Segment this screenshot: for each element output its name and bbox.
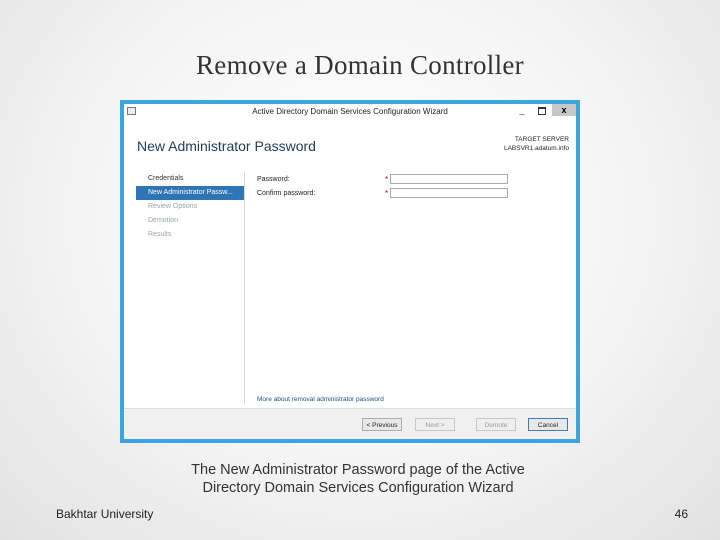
demote-button[interactable]: Demote bbox=[476, 418, 516, 431]
password-form: Password: * Confirm password: * bbox=[257, 174, 575, 202]
confirm-password-required-marker: * bbox=[385, 189, 389, 198]
confirm-password-label: Confirm password: bbox=[257, 190, 316, 197]
password-field[interactable] bbox=[390, 174, 508, 184]
wizard-window: Active Directory Domain Services Configu… bbox=[120, 100, 580, 443]
target-server-label: TARGET SERVER bbox=[514, 136, 569, 143]
wizard-nav: Credentials New Administrator Passw... R… bbox=[136, 172, 245, 404]
nav-item-demotion: Demotion bbox=[148, 217, 178, 224]
nav-item-results: Results bbox=[148, 231, 172, 238]
confirm-password-field[interactable] bbox=[390, 188, 508, 198]
page-title: New Administrator Password bbox=[137, 138, 316, 154]
maximize-icon bbox=[538, 106, 546, 115]
password-row: Password: * bbox=[257, 174, 575, 188]
close-button[interactable]: x bbox=[552, 104, 576, 116]
password-required-marker: * bbox=[385, 175, 389, 184]
next-button[interactable]: Next > bbox=[415, 418, 455, 431]
slide-caption: The New Administrator Password page of t… bbox=[140, 461, 576, 497]
confirm-password-row: Confirm password: * bbox=[257, 188, 575, 202]
title-bar: Active Directory Domain Services Configu… bbox=[124, 104, 576, 120]
footer-university: Bakhtar University bbox=[56, 507, 154, 521]
previous-button[interactable]: < Previous bbox=[362, 418, 402, 431]
slide-title: Remove a Domain Controller bbox=[196, 50, 524, 80]
nav-item-new-administrator-password[interactable]: New Administrator Passw... bbox=[136, 186, 244, 200]
password-label: Password: bbox=[257, 176, 290, 183]
cancel-button[interactable]: Cancel bbox=[528, 418, 568, 431]
window-title: Active Directory Domain Services Configu… bbox=[252, 107, 448, 116]
slide-number: 46 bbox=[674, 507, 688, 521]
maximize-button[interactable] bbox=[532, 104, 552, 116]
more-about-password-link[interactable]: More about removal administrator passwor… bbox=[257, 396, 384, 403]
caption-line-1: The New Administrator Password page of t… bbox=[191, 462, 525, 478]
minimize-button[interactable]: _ bbox=[512, 104, 532, 116]
caption-line-2: Directory Domain Services Configuration … bbox=[202, 480, 514, 496]
nav-item-credentials[interactable]: Credentials bbox=[136, 172, 244, 186]
nav-item-review-options: Review Options bbox=[148, 203, 198, 210]
wizard-button-bar: < Previous Next > Demote Cancel bbox=[124, 408, 576, 439]
target-server-info: TARGET SERVER LABSVR1.adatum.info bbox=[504, 135, 569, 153]
target-server-name: LABSVR1.adatum.info bbox=[503, 145, 569, 152]
